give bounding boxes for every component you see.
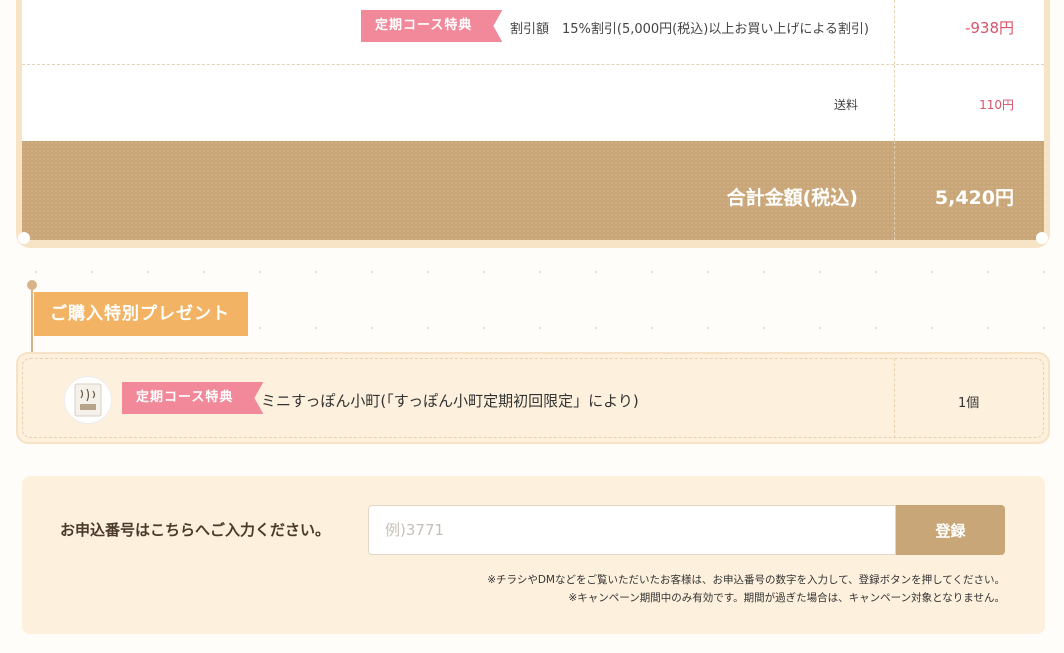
grand-total-value: 5,420円 xyxy=(934,187,1014,209)
discount-row: 定期コース特典 割引額 15%割引(5,000円(税込)以上お買い上げによる割引… xyxy=(22,0,1044,65)
subscription-benefit-badge: 定期コース特典 xyxy=(361,10,502,42)
present-item-name: ミニすっぽん小町(「すっぽん小町定期初回限定」により) xyxy=(261,392,639,410)
subscription-benefit-badge: 定期コース特典 xyxy=(122,382,263,414)
discount-value: -938円 xyxy=(964,19,1014,37)
present-item-row: 定期コース特典 ミニすっぽん小町(「すっぽん小町定期初回限定」により) 1個 xyxy=(16,352,1050,444)
order-totals-inner: 定期コース特典 割引額 15%割引(5,000円(税込)以上お買い上げによる割引… xyxy=(22,0,1044,240)
shipping-label: 送料 xyxy=(833,98,858,112)
order-totals-table: 定期コース特典 割引額 15%割引(5,000円(税込)以上お買い上げによる割引… xyxy=(16,0,1050,248)
product-package-icon xyxy=(74,383,102,417)
present-item-quantity: 1個 xyxy=(958,396,980,411)
application-number-label: お申込番号はこちらへご入力ください。 xyxy=(60,521,331,539)
present-section-title: ご購入特別プレゼント xyxy=(34,292,248,336)
application-number-input[interactable] xyxy=(368,505,896,555)
section-pin-stem xyxy=(31,288,33,352)
corner-notch xyxy=(1036,232,1048,244)
discount-label: 割引額 15%割引(5,000円(税込)以上お買い上げによる割引) xyxy=(510,22,870,37)
shipping-row: 送料 110円 xyxy=(22,65,1044,141)
corner-notch xyxy=(18,232,30,244)
application-note: ※チラシやDMなどをご覧いただいたお客様は、お申込番号の数字を入力して、登録ボタ… xyxy=(487,574,1005,586)
shipping-value: 110円 xyxy=(979,98,1014,112)
application-number-form: お申込番号はこちらへご入力ください。 登録 ※チラシやDMなどをご覧いただいたお… xyxy=(22,476,1045,634)
grand-total-row: 合計金額(税込) 5,420円 xyxy=(22,141,1044,240)
product-thumbnail xyxy=(64,376,112,424)
application-note: ※キャンペーン期間中のみ有効です。期間が過ぎた場合は、キャンペーン対象となりませ… xyxy=(568,592,1005,604)
register-button[interactable]: 登録 xyxy=(896,505,1005,555)
grand-total-label: 合計金額(税込) xyxy=(726,187,858,209)
